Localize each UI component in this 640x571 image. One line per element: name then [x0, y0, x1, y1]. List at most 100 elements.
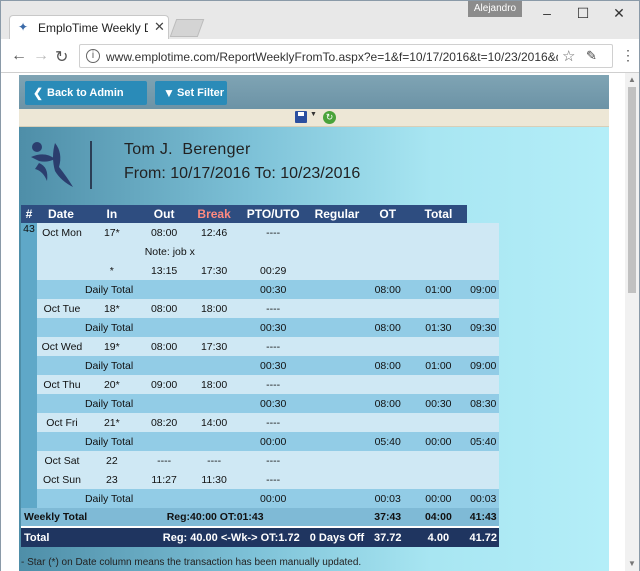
chevron-left-icon: ❮ — [33, 86, 44, 100]
timesheet-table: # Date In Out Break PTO/UTO Regular OT Total 43 O… — [21, 205, 499, 547]
page-viewport: ❮ Back to Admin Portal ▼ Set Filter ▼ ↻ … — [1, 73, 625, 571]
ot-cell — [409, 261, 468, 280]
profile-badge[interactable]: Alejandro — [468, 1, 522, 17]
emplotime-favicon-icon: ✦ — [18, 20, 29, 34]
bookmark-star-icon[interactable]: ☆ — [562, 47, 575, 65]
out-time-cell: 18:00 — [189, 375, 239, 394]
back-arrow-icon[interactable]: ← — [11, 47, 27, 65]
break-cell: ---- — [238, 451, 308, 470]
break-cell: 00:00 — [238, 489, 308, 508]
scroll-thumb[interactable] — [628, 87, 636, 293]
minimize-icon[interactable]: – — [537, 5, 557, 21]
out-time-cell: ---- — [189, 451, 239, 470]
extension-pin-icon[interactable]: ✎ — [586, 48, 597, 64]
close-window-icon[interactable]: ✕ — [609, 5, 629, 22]
daily-total-row: Daily Total 00:00 00:03 00:00 00:03 — [21, 489, 499, 508]
date-cell: Oct Mon — [36, 223, 85, 242]
day-cell: 22 — [84, 451, 139, 470]
regular-cell: 00:03 — [366, 489, 410, 508]
table-row: Note: job x — [21, 242, 499, 261]
break-cell: 00:30 — [238, 318, 308, 337]
daily-total-label: Daily Total — [36, 394, 139, 413]
scroll-down-icon[interactable]: ▼ — [628, 559, 636, 568]
scroll-up-icon[interactable]: ▲ — [628, 75, 636, 84]
column-header: # — [21, 205, 37, 223]
weekly-ot: 04:00 — [409, 508, 468, 527]
url-field[interactable]: i www.emplotime.com/ReportWeeklyFromTo.a… — [79, 44, 613, 68]
break-cell: 00:30 — [238, 394, 308, 413]
info-icon[interactable]: i — [86, 49, 100, 63]
total-cell: 08:30 — [467, 394, 499, 413]
total-cell: 05:40 — [467, 432, 499, 451]
weekly-pto — [307, 508, 367, 527]
regular-cell: 08:00 — [366, 394, 410, 413]
out-time-cell: 11:30 — [189, 470, 239, 489]
ot-cell — [409, 299, 468, 318]
weekly-regular: 37:43 — [366, 508, 410, 527]
out-time-cell — [189, 432, 239, 451]
column-header: Date — [36, 205, 85, 223]
ot-cell — [409, 451, 468, 470]
table-row: 43 Oct Mon 17* 08:00 12:46 ---- — [21, 223, 499, 508]
in-time-cell — [138, 394, 190, 413]
total-cell: 09:00 — [467, 356, 499, 375]
grand-pto: 0 Days Off — [307, 526, 367, 547]
out-time-cell — [189, 356, 239, 375]
total-cell: 09:00 — [467, 280, 499, 299]
footnote: - Star (*) on Date column means the tran… — [21, 557, 362, 568]
reload-icon[interactable]: ↻ — [55, 47, 68, 67]
ot-cell — [409, 470, 468, 489]
regular-cell — [366, 470, 410, 489]
ot-cell — [409, 242, 468, 261]
back-to-admin-button[interactable]: ❮ Back to Admin Portal — [25, 81, 147, 123]
forward-arrow-icon[interactable]: → — [33, 47, 49, 65]
url-text[interactable]: www.emplotime.com/ReportWeeklyFromTo.asp… — [106, 50, 558, 64]
regular-cell: 08:00 — [366, 318, 410, 337]
grand-regular: 37.72 — [366, 526, 410, 547]
column-header: Out — [138, 205, 190, 223]
maximize-icon[interactable]: ☐ — [573, 5, 593, 22]
set-filter-button[interactable]: ▼ Set Filter — [155, 81, 227, 105]
new-tab-button[interactable] — [169, 19, 205, 37]
in-time-cell — [138, 489, 190, 508]
grand-ot: 4.00 — [409, 526, 468, 547]
vertical-scrollbar[interactable]: ▲ ▼ — [625, 73, 639, 571]
pto-cell — [307, 394, 367, 413]
day-cell: 23 — [84, 470, 139, 489]
pto-cell — [307, 375, 367, 394]
total-cell — [467, 299, 499, 318]
grand-total-row: Total Reg: 40.00 <-Wk-> OT:1.72 0 Days Off… — [21, 526, 499, 547]
browser-tab[interactable]: ✦ EmploTime Weekly Date ✕ — [9, 15, 169, 39]
column-header: Break — [189, 205, 239, 223]
total-cell — [467, 451, 499, 470]
regular-cell — [366, 299, 410, 318]
out-time-cell: 17:30 — [189, 261, 239, 280]
total-cell — [467, 375, 499, 394]
total-cell — [467, 470, 499, 489]
daily-total-row: Daily Total 00:00 05:40 00:00 05:40 — [21, 432, 499, 451]
refresh-icon[interactable]: ↻ — [323, 111, 336, 124]
regular-cell — [366, 242, 410, 261]
day-cell: 21* — [84, 413, 139, 432]
out-time-cell — [189, 394, 239, 413]
ot-cell: 00:00 — [409, 432, 468, 451]
close-tab-icon[interactable]: ✕ — [154, 19, 165, 35]
daily-total-label: Daily Total — [36, 356, 139, 375]
table-row: Oct Sat 22 ---- ---- ---- — [21, 451, 499, 470]
ot-cell: 00:30 — [409, 394, 468, 413]
date-cell: Oct Fri — [36, 413, 85, 432]
weekly-total-label: Weekly Total — [21, 508, 139, 527]
report-toolbar: ▼ ↻ — [19, 109, 609, 127]
daily-total-label: Daily Total — [36, 280, 139, 299]
day-cell: 17* — [84, 223, 139, 242]
save-export-icon[interactable] — [295, 111, 307, 123]
export-dropdown-icon[interactable]: ▼ — [310, 111, 317, 118]
date-cell — [36, 242, 85, 261]
pto-cell — [307, 223, 367, 242]
out-time-cell: 12:46 — [189, 223, 239, 242]
break-cell: ---- — [238, 413, 308, 432]
browser-menu-icon[interactable]: ⋮ — [621, 47, 635, 64]
column-header: In — [84, 205, 139, 223]
daily-total-row: Daily Total 00:30 08:00 01:30 09:30 — [21, 318, 499, 337]
table-row: Oct Wed 19* 08:00 17:30 ---- — [21, 337, 499, 356]
